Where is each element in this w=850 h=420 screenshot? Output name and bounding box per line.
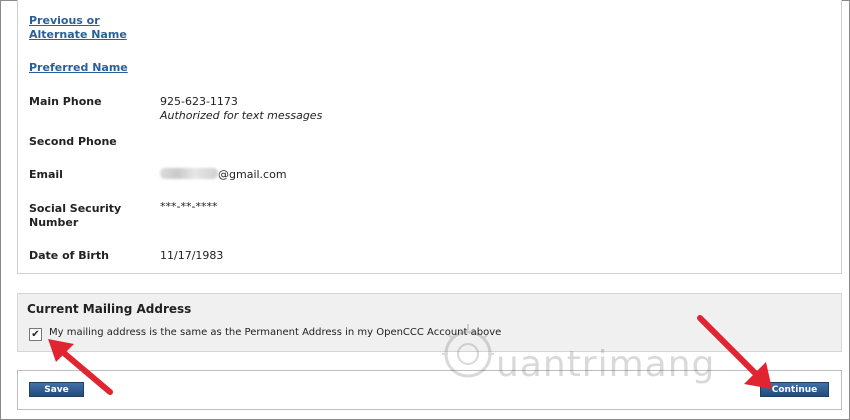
dob-label: Date of Birth <box>29 249 109 262</box>
red-arrow-to-continue <box>697 315 772 389</box>
main-phone-note: Authorized for text messages <box>160 109 323 122</box>
watermark-text: uantrimang <box>496 344 716 385</box>
email-value: @gmail.com <box>160 168 287 182</box>
watermark-logo: uantrimang <box>438 322 714 402</box>
email-domain: @gmail.com <box>218 168 287 181</box>
mailing-address-title: Current Mailing Address <box>27 302 192 316</box>
dob-value: 11/17/1983 <box>160 249 224 262</box>
ssn-label: Social Security Number <box>29 202 122 229</box>
previous-name-link[interactable]: Previous or Alternate Name <box>29 14 159 42</box>
email-label: Email <box>29 168 63 181</box>
main-phone-value: 925-623-1173 Authorized for text message… <box>160 95 322 123</box>
redacted-email-user <box>160 168 218 179</box>
preferred-name-link[interactable]: Preferred Name <box>29 61 128 75</box>
same-address-checkbox[interactable]: ✔ <box>29 328 42 341</box>
main-phone-number: 925-623-1173 <box>160 95 238 108</box>
watermark-lightbulb-icon <box>442 324 494 378</box>
same-address-checkbox-label: My mailing address is the same as the Pe… <box>49 327 502 338</box>
personal-info-card: Previous or Alternate Name Preferred Nam… <box>17 0 842 274</box>
checkmark-icon: ✔ <box>31 329 40 340</box>
red-arrow-to-checkbox <box>48 339 113 395</box>
main-phone-label: Main Phone <box>29 95 102 108</box>
second-phone-label: Second Phone <box>29 135 117 148</box>
ssn-value: ***-**-**** <box>160 200 218 213</box>
